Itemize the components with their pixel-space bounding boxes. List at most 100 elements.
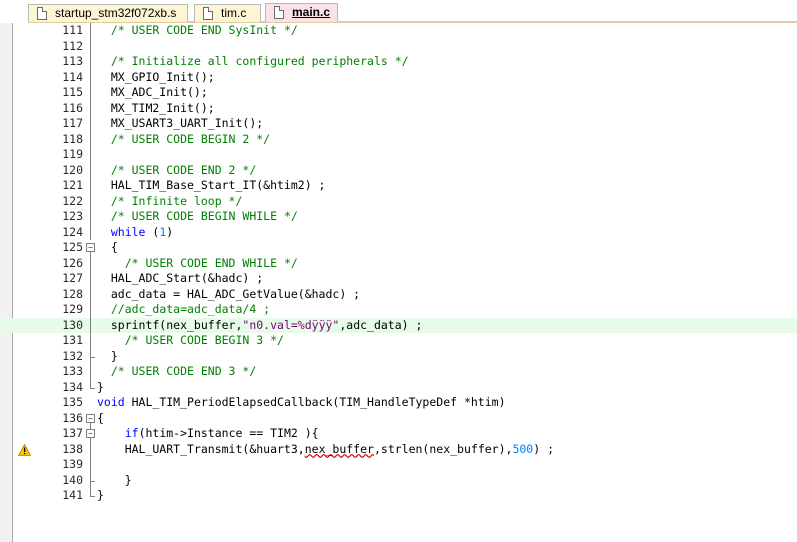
code-line[interactable]: 122 /* Infinite loop */ [0,193,797,210]
code-text: HAL_UART_Transmit(&huart3,nex_buffer,str… [97,442,554,458]
code-line[interactable]: 129 //adc_data=adc_data/4 ; [0,302,797,318]
token-comment: /* USER CODE END 3 */ [110,364,257,378]
code-line[interactable]: 128 adc_data = HAL_ADC_GetValue(&hadc) ; [0,286,797,302]
line-number: 136 [62,410,83,425]
token-keyword: if [124,426,139,440]
token-comment: /* USER CODE END WHILE */ [124,255,298,270]
code-line[interactable]: 132 } [0,348,797,364]
file-icon [203,7,213,20]
code-line[interactable]: 118 /* USER CODE BEGIN 2 */ [0,131,797,147]
line-number: 123 [62,209,83,223]
code-text: HAL_ADC_Start(&hadc) ; [97,271,263,287]
token-keyword: while [110,224,146,239]
code-text: MX_GPIO_Init(); [97,70,215,86]
token: { [97,240,118,254]
line-number: 120 [62,162,83,177]
code-line[interactable]: 112 [0,38,797,54]
code-line[interactable]: 120 /* USER CODE END 2 */ [0,162,797,178]
code-line[interactable]: 131 /* USER CODE BEGIN 3 */ [0,333,797,349]
code-text: MX_TIM2_Init(); [97,101,215,117]
token-comment: /* Infinite loop */ [110,193,243,208]
warning-icon[interactable] [18,443,31,456]
line-number: 135 [62,395,83,409]
code-line[interactable]: 126 /* USER CODE END WHILE */ [0,255,797,271]
code-text: /* Initialize all configured peripherals… [97,54,409,70]
line-number: 129 [62,302,83,316]
line-number: 130 [62,317,83,332]
token-comment: /* USER CODE BEGIN 3 */ [124,333,284,347]
token: { [97,410,104,425]
code-line[interactable]: 127 HAL_ADC_Start(&hadc) ; [0,271,797,287]
file-icon [37,7,47,20]
code-line[interactable]: 115 MX_ADC_Init(); [0,85,797,101]
code-line[interactable]: 134} [0,379,797,396]
code-text: /* USER CODE BEGIN 3 */ [97,333,284,349]
code-line[interactable]: 119 [0,147,797,163]
code-line[interactable]: 140 } [0,472,797,488]
code-text: } [97,488,104,504]
code-line[interactable]: 124 while (1) [0,224,797,241]
code-line[interactable]: 138 HAL_UART_Transmit(&huart3,nex_buffer… [0,441,797,458]
code-line[interactable]: 116 MX_TIM2_Init(); [0,100,797,117]
code-line[interactable]: 125− { [0,240,797,256]
token: adc_data = HAL_ADC_GetValue(&hadc) ; [97,286,361,301]
line-number: 141 [62,488,83,502]
line-number: 139 [62,457,83,471]
code-line[interactable]: 133 /* USER CODE END 3 */ [0,364,797,380]
token-comment: /* USER CODE BEGIN WHILE */ [110,209,298,223]
code-line[interactable]: 137− if(htim->Instance == TIM2 ){ [0,426,797,442]
token: MX_USART3_UART_Init(); [97,116,264,130]
line-number: 140 [62,472,83,487]
code-text: MX_ADC_Init(); [97,85,208,101]
tab-label: tim.c [221,6,247,20]
editor-tab-bar: startup_stm32f072xb.s tim.c main.c [0,0,797,23]
line-number: 137 [62,426,83,440]
tab-label: main.c [292,5,331,19]
token: ) ; [533,441,555,456]
code-line[interactable]: 123 /* USER CODE BEGIN WHILE */ [0,209,797,225]
code-editor[interactable]: 111 /* USER CODE END SysInit */112 113 /*… [0,23,797,542]
line-number: 133 [62,364,83,378]
code-text: //adc_data=adc_data/4 ; [97,302,270,318]
line-number: 124 [62,224,83,239]
tab-tim-c[interactable]: tim.c [194,4,261,22]
token: sprintf(nex_buffer, [97,317,243,332]
code-text: if(htim->Instance == TIM2 ){ [97,426,319,442]
token: MX_ADC_Init(); [97,85,208,99]
token: ,strlen(nex_buffer), [373,441,513,456]
code-line[interactable]: 111 /* USER CODE END SysInit */ [0,23,797,39]
line-number: 126 [62,255,83,270]
code-line[interactable]: 130 sprintf(nex_buffer,"n0.val=%dÿÿÿ",ad… [0,317,797,333]
token-comment: /* USER CODE END SysInit */ [110,23,298,37]
code-line[interactable]: 136−{ [0,410,797,426]
code-line[interactable]: 141} [0,488,797,504]
code-line[interactable]: 114 MX_GPIO_Init(); [0,69,797,86]
token: MX_TIM2_Init(); [97,100,215,115]
token: } [97,488,104,502]
code-line[interactable]: 139 [0,457,797,473]
tab-label: startup_stm32f072xb.s [55,6,177,20]
code-text: /* Infinite loop */ [97,193,243,210]
token: HAL_ADC_Start(&hadc) ; [97,271,264,285]
code-line[interactable]: 113 /* Initialize all configured periphe… [0,54,797,70]
token: ( [145,224,160,239]
token: } [97,348,118,363]
code-line[interactable]: 117 MX_USART3_UART_Init(); [0,116,797,132]
code-line[interactable]: 121 HAL_TIM_Base_Start_IT(&htim2) ; [0,178,797,194]
code-text: while (1) [97,225,173,241]
token-keyword: void [97,395,125,409]
code-text: /* USER CODE END SysInit */ [97,23,298,39]
tab-startup-file[interactable]: startup_stm32f072xb.s [28,4,188,22]
line-number: 111 [62,23,83,37]
code-text: /* USER CODE BEGIN WHILE */ [97,209,298,225]
code-line[interactable]: 135 void HAL_TIM_PeriodElapsedCallback(TI… [0,395,797,411]
token: HAL_TIM_Base_Start_IT(&htim2) ; [97,178,326,192]
code-text: /* USER CODE END 3 */ [97,364,256,380]
line-number: 128 [62,286,83,301]
tab-main-c[interactable]: main.c [265,3,338,22]
